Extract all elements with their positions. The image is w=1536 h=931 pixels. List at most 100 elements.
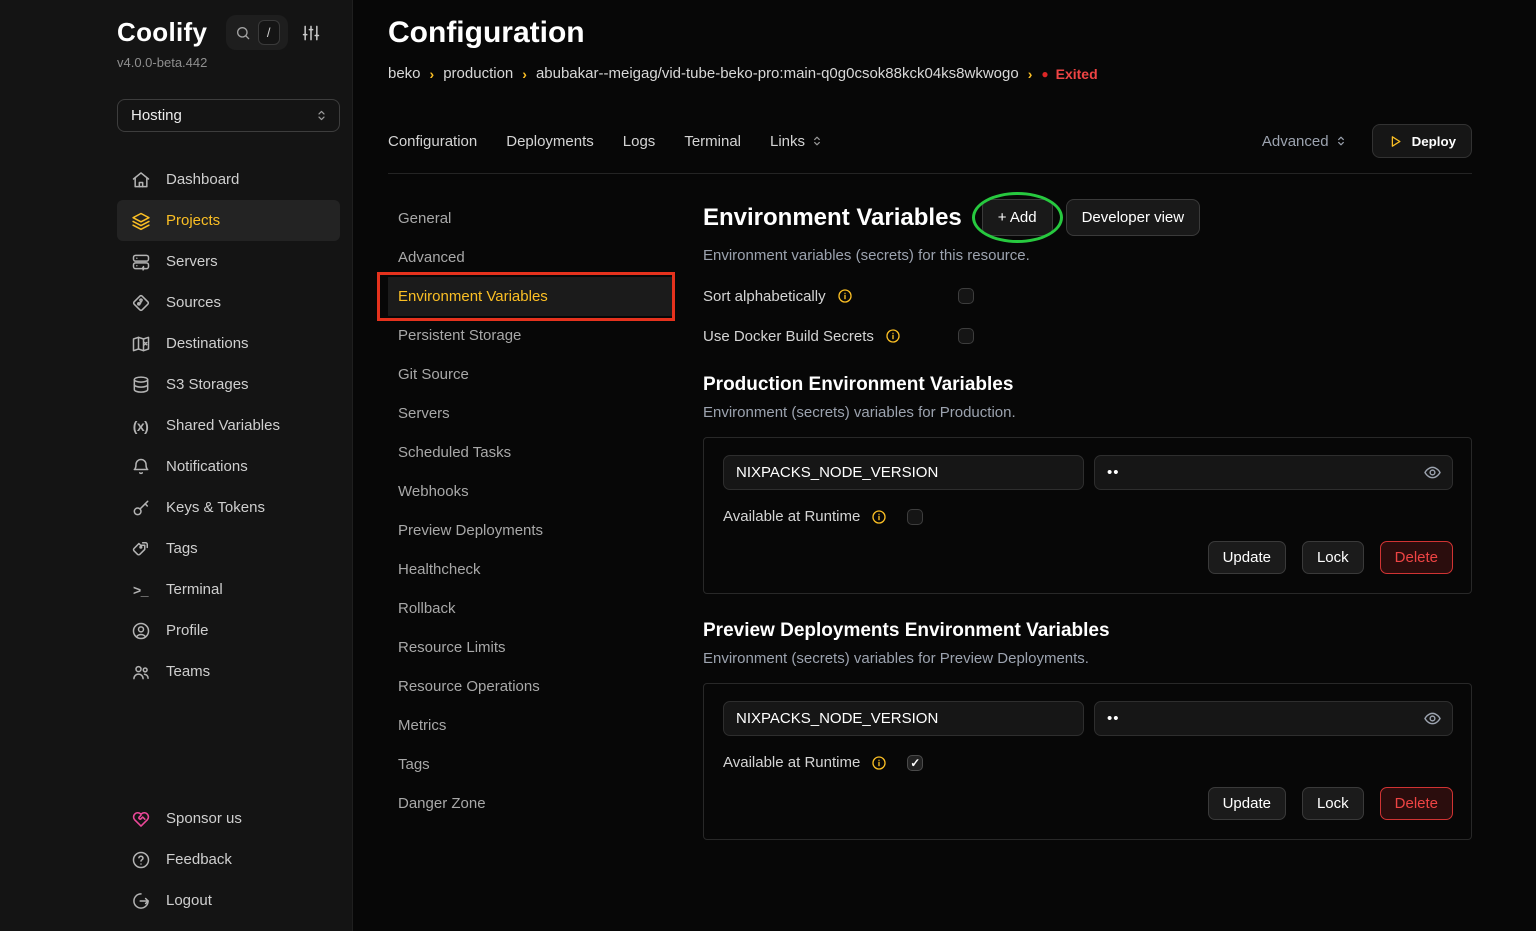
sidebar-item-sponsor-us[interactable]: Sponsor us <box>117 798 340 839</box>
available-at-runtime-label: Available at Runtime <box>723 754 860 771</box>
lock-button[interactable]: Lock <box>1302 787 1364 820</box>
chevrons-up-down-icon <box>1334 134 1348 148</box>
subnav-item-general[interactable]: General <box>388 199 673 238</box>
breadcrumb-resource[interactable]: abubakar--meigag/vid-tube-beko-pro:main-… <box>536 65 1019 82</box>
sidebar-item-label: Logout <box>166 892 212 909</box>
search-shortcut-key: / <box>258 20 280 45</box>
production-section-title: Production Environment Variables <box>703 374 1472 396</box>
subnav-item-danger-zone[interactable]: Danger Zone <box>388 784 673 823</box>
tab-configuration[interactable]: Configuration <box>388 133 477 150</box>
team-select[interactable]: Hosting <box>117 99 340 132</box>
docker-build-secrets-checkbox[interactable] <box>958 328 974 344</box>
eye-icon[interactable] <box>1423 463 1442 482</box>
update-button[interactable]: Update <box>1208 541 1286 574</box>
sidebar-item-profile[interactable]: Profile <box>117 610 340 651</box>
sidebar-item-teams[interactable]: Teams <box>117 651 340 692</box>
server-icon <box>130 252 151 272</box>
sidebar-item-logout[interactable]: Logout <box>117 880 340 921</box>
sidebar-item-label: Sources <box>166 294 221 311</box>
subnav-item-servers[interactable]: Servers <box>388 394 673 433</box>
breadcrumb-team[interactable]: beko <box>388 65 421 82</box>
status-badge: ● Exited <box>1041 66 1097 82</box>
sidebar-item-terminal[interactable]: >_ Terminal <box>117 569 340 610</box>
chevron-right-icon: › <box>1028 66 1033 82</box>
sidebar-item-destinations[interactable]: Destinations <box>117 323 340 364</box>
subnav-item-git-source[interactable]: Git Source <box>388 355 673 394</box>
chevrons-up-down-icon <box>810 134 824 148</box>
env-value-input[interactable] <box>1094 701 1453 736</box>
chevron-right-icon: › <box>430 66 435 82</box>
available-at-runtime-row: Available at Runtime <box>723 508 1453 525</box>
info-icon <box>871 509 887 525</box>
docker-build-secrets-label: Use Docker Build Secrets <box>703 328 874 345</box>
update-button[interactable]: Update <box>1208 787 1286 820</box>
home-icon <box>130 170 151 190</box>
status-dot-icon: ● <box>1041 68 1048 80</box>
breadcrumb: beko › production › abubakar--meigag/vid… <box>388 65 1472 82</box>
tab-links[interactable]: Links <box>770 133 824 150</box>
breadcrumb-environment[interactable]: production <box>443 65 513 82</box>
env-var-card: Available at Runtime Update Lock Delete <box>703 683 1472 840</box>
sidebar-item-dashboard[interactable]: Dashboard <box>117 159 340 200</box>
sidebar-item-shared-variables[interactable]: (x) Shared Variables <box>117 405 340 446</box>
sidebar-item-notifications[interactable]: Notifications <box>117 446 340 487</box>
sidebar-item-feedback[interactable]: Feedback <box>117 839 340 880</box>
developer-view-button[interactable]: Developer view <box>1066 199 1201 236</box>
subnav-item-webhooks[interactable]: Webhooks <box>388 472 673 511</box>
subnav-item-rollback[interactable]: Rollback <box>388 589 673 628</box>
search-button[interactable]: / <box>226 15 288 50</box>
subnav-item-healthcheck[interactable]: Healthcheck <box>388 550 673 589</box>
env-value-input[interactable] <box>1094 455 1453 490</box>
add-button[interactable]: + Add <box>982 199 1053 236</box>
sidebar-item-keys-tokens[interactable]: Keys & Tokens <box>117 487 340 528</box>
sort-alphabetically-checkbox[interactable] <box>958 288 974 304</box>
subnav-item-metrics[interactable]: Metrics <box>388 706 673 745</box>
sidebar-item-label: Destinations <box>166 335 249 352</box>
subnav-item-environment-variables[interactable]: Environment Variables <box>388 277 673 316</box>
subnav-item-tags[interactable]: Tags <box>388 745 673 784</box>
env-key-input[interactable] <box>723 455 1084 490</box>
sidebar-footer-nav: Sponsor us Feedback Logout <box>117 798 340 921</box>
key-icon <box>130 498 151 518</box>
sidebar-item-s3-storages[interactable]: S3 Storages <box>117 364 340 405</box>
tab-deployments[interactable]: Deployments <box>506 133 594 150</box>
sidebar-item-projects[interactable]: Projects <box>117 200 340 241</box>
subnav-item-resource-limits[interactable]: Resource Limits <box>388 628 673 667</box>
delete-button[interactable]: Delete <box>1380 787 1453 820</box>
subnav-item-advanced[interactable]: Advanced <box>388 238 673 277</box>
subnav-item-persistent-storage[interactable]: Persistent Storage <box>388 316 673 355</box>
advanced-select[interactable]: Advanced <box>1262 133 1348 150</box>
layers-icon <box>130 211 151 231</box>
status-label: Exited <box>1056 66 1098 82</box>
sidebar-item-label: Terminal <box>166 581 223 598</box>
page-title: Configuration <box>388 16 1472 50</box>
delete-button[interactable]: Delete <box>1380 541 1453 574</box>
tab-terminal[interactable]: Terminal <box>684 133 741 150</box>
info-icon <box>885 328 901 344</box>
available-at-runtime-label: Available at Runtime <box>723 508 860 525</box>
variable-icon: (x) <box>130 418 151 434</box>
environment-variables-panel: Environment Variables + Add Developer vi… <box>703 199 1472 880</box>
panel-title: Environment Variables <box>703 204 962 232</box>
subnav-item-scheduled-tasks[interactable]: Scheduled Tasks <box>388 433 673 472</box>
sidebar-nav: Dashboard Projects Servers Sources Desti… <box>117 159 340 692</box>
env-key-input[interactable] <box>723 701 1084 736</box>
tab-logs[interactable]: Logs <box>623 133 656 150</box>
sidebar-item-servers[interactable]: Servers <box>117 241 340 282</box>
available-at-runtime-checkbox[interactable] <box>907 509 923 525</box>
eye-icon[interactable] <box>1423 709 1442 728</box>
advanced-select-label: Advanced <box>1262 133 1329 150</box>
sidebar-item-label: Shared Variables <box>166 417 280 434</box>
sliders-icon[interactable] <box>301 23 321 43</box>
lock-button[interactable]: Lock <box>1302 541 1364 574</box>
subnav-item-preview-deployments[interactable]: Preview Deployments <box>388 511 673 550</box>
sidebar-item-sources[interactable]: Sources <box>117 282 340 323</box>
preview-section-title: Preview Deployments Environment Variable… <box>703 620 1472 642</box>
subnav-item-resource-operations[interactable]: Resource Operations <box>388 667 673 706</box>
toolbar-divider <box>388 173 1472 174</box>
sidebar-item-tags[interactable]: Tags <box>117 528 340 569</box>
deploy-button[interactable]: Deploy <box>1372 124 1472 158</box>
sidebar-item-label: Projects <box>166 212 220 229</box>
settings-subnav: General Advanced Environment Variables P… <box>388 199 673 880</box>
available-at-runtime-checkbox[interactable] <box>907 755 923 771</box>
